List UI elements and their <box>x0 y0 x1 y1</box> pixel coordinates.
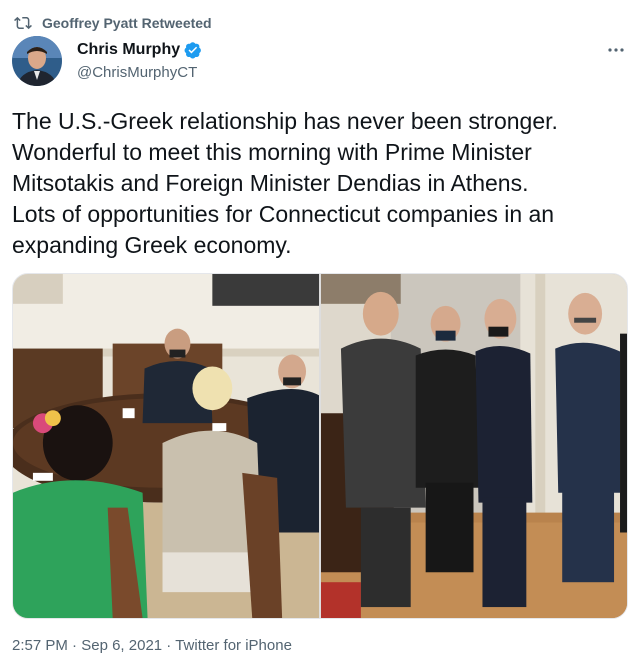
meta-separator-2: · <box>162 637 176 654</box>
photo-standing-group[interactable] <box>321 274 627 618</box>
avatar[interactable] <box>12 36 62 86</box>
tweet-date[interactable]: Sep 6, 2021 <box>81 637 162 654</box>
more-options-icon[interactable] <box>606 40 626 60</box>
photo-meeting-table[interactable] <box>13 274 319 618</box>
retweet-label: Geoffrey Pyatt Retweeted <box>42 15 212 31</box>
tweet-text: The U.S.-Greek relationship has never be… <box>12 108 558 258</box>
author-name[interactable]: Chris Murphy <box>77 41 180 59</box>
verified-badge-icon <box>184 42 201 59</box>
author-handle[interactable]: @ChrisMurphyCT <box>77 64 202 81</box>
author-block: Chris Murphy @ChrisMurphyCT <box>77 40 202 81</box>
tweet-meta: 2:57 PM · Sep 6, 2021 · Twitter for iPho… <box>12 637 292 654</box>
retweet-indicator[interactable]: Geoffrey Pyatt Retweeted <box>14 14 212 32</box>
meta-separator: · <box>67 637 82 654</box>
tweet-source: Twitter for iPhone <box>175 637 292 654</box>
tweet-media <box>12 273 628 619</box>
retweet-icon <box>14 16 32 30</box>
tweet-time[interactable]: 2:57 PM <box>12 637 68 654</box>
